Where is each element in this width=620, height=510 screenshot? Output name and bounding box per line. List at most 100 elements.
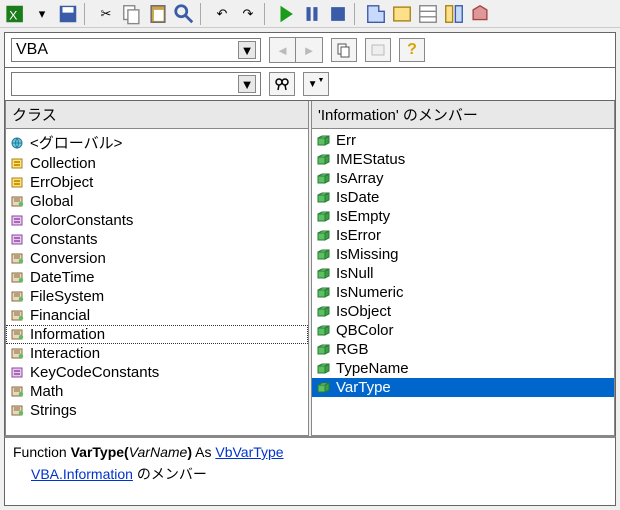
method-icon xyxy=(316,210,332,224)
help-button[interactable]: ? xyxy=(399,38,425,62)
member-item[interactable]: VarType xyxy=(312,378,614,397)
classes-pane: クラス <グローバル>CollectionErrObjectGlobalColo… xyxy=(5,101,309,436)
search-button[interactable] xyxy=(269,72,295,96)
class-item[interactable]: Conversion xyxy=(6,249,308,268)
pause-icon[interactable] xyxy=(300,3,324,25)
const-icon xyxy=(10,214,26,228)
members-header: 'Information' のメンバー xyxy=(312,101,614,129)
class-item[interactable]: ColorConstants xyxy=(6,211,308,230)
design-icon[interactable] xyxy=(364,3,388,25)
dropdown-icon[interactable]: ▾ xyxy=(30,3,54,25)
toolbox-icon[interactable] xyxy=(468,3,492,25)
show-search-results-button[interactable]: ▼▼ xyxy=(303,72,329,96)
class-item[interactable]: Constants xyxy=(6,230,308,249)
return-type-link[interactable]: VbVarType xyxy=(215,444,283,460)
member-item-label: IsNull xyxy=(336,265,374,282)
method-icon xyxy=(316,153,332,167)
method-icon xyxy=(316,191,332,205)
member-item[interactable]: RGB xyxy=(312,340,614,359)
module-icon xyxy=(10,347,26,361)
member-item[interactable]: IsMissing xyxy=(312,245,614,264)
class-item[interactable]: Strings xyxy=(6,401,308,420)
class-item-label: ErrObject xyxy=(30,174,93,191)
member-item-label: IsArray xyxy=(336,170,384,187)
member-item-label: IsNumeric xyxy=(336,284,404,301)
module-icon xyxy=(10,252,26,266)
const-icon xyxy=(10,233,26,247)
member-item[interactable]: IsObject xyxy=(312,302,614,321)
class-item-label: KeyCodeConstants xyxy=(30,364,159,381)
member-item-label: IsObject xyxy=(336,303,391,320)
project-icon[interactable] xyxy=(390,3,414,25)
module-icon xyxy=(10,328,26,342)
classes-list[interactable]: <グローバル>CollectionErrObjectGlobalColorCon… xyxy=(6,129,308,435)
member-item[interactable]: IsArray xyxy=(312,169,614,188)
parent-link[interactable]: VBA.Information xyxy=(31,466,133,482)
class-item-label: DateTime xyxy=(30,269,94,286)
member-of-suffix: のメンバー xyxy=(133,466,207,482)
class-icon xyxy=(10,157,26,171)
member-of-line: VBA.Information のメンバー xyxy=(13,464,607,484)
detail-name: VarType xyxy=(71,444,124,460)
library-combo[interactable]: VBA ▼ xyxy=(11,38,261,62)
search-combo[interactable]: ▼ xyxy=(11,72,261,96)
class-item[interactable]: <グローバル> xyxy=(6,131,308,154)
find-icon[interactable] xyxy=(172,3,196,25)
const-icon xyxy=(10,366,26,380)
stop-icon[interactable] xyxy=(326,3,350,25)
member-item[interactable]: IsNull xyxy=(312,264,614,283)
undo-icon[interactable]: ↶ xyxy=(210,3,234,25)
method-icon xyxy=(316,134,332,148)
class-item[interactable]: FileSystem xyxy=(6,287,308,306)
excel-icon[interactable]: X xyxy=(4,3,28,25)
chevron-down-icon[interactable]: ▼ xyxy=(238,75,256,93)
paste-icon[interactable] xyxy=(146,3,170,25)
copy-icon[interactable] xyxy=(120,3,144,25)
member-item[interactable]: IMEStatus xyxy=(312,150,614,169)
method-icon xyxy=(316,381,332,395)
module-icon xyxy=(10,271,26,285)
class-item[interactable]: Information xyxy=(6,325,308,344)
method-icon xyxy=(316,229,332,243)
view-definition-button[interactable] xyxy=(365,38,391,62)
class-item[interactable]: Math xyxy=(6,382,308,401)
members-list[interactable]: ErrIMEStatusIsArrayIsDateIsEmptyIsErrorI… xyxy=(312,129,614,435)
class-item[interactable]: Interaction xyxy=(6,344,308,363)
member-item[interactable]: IsEmpty xyxy=(312,207,614,226)
chevron-down-icon[interactable]: ▼ xyxy=(238,41,256,59)
save-icon[interactable] xyxy=(56,3,80,25)
nav-forward-button[interactable]: ► xyxy=(296,38,322,62)
class-item[interactable]: Collection xyxy=(6,154,308,173)
class-item[interactable]: DateTime xyxy=(6,268,308,287)
member-item[interactable]: IsNumeric xyxy=(312,283,614,302)
method-icon xyxy=(316,324,332,338)
svg-text:X: X xyxy=(9,8,17,22)
class-item[interactable]: Financial xyxy=(6,306,308,325)
class-item[interactable]: ErrObject xyxy=(6,173,308,192)
class-icon xyxy=(10,176,26,190)
run-icon[interactable] xyxy=(274,3,298,25)
member-item[interactable]: QBColor xyxy=(312,321,614,340)
main-toolbar: X ▾ ✂ ↶ ↷ xyxy=(0,0,620,28)
method-icon xyxy=(316,362,332,376)
properties-icon[interactable] xyxy=(416,3,440,25)
nav-back-button[interactable]: ◄ xyxy=(270,38,296,62)
member-item[interactable]: IsDate xyxy=(312,188,614,207)
class-item-label: FileSystem xyxy=(30,288,104,305)
redo-icon[interactable]: ↷ xyxy=(236,3,260,25)
class-item-label: Constants xyxy=(30,231,98,248)
member-item-label: IsMissing xyxy=(336,246,399,263)
detail-prefix: Function xyxy=(13,444,71,460)
member-item-label: IMEStatus xyxy=(336,151,405,168)
copy-clipboard-button[interactable] xyxy=(331,38,357,62)
member-item[interactable]: Err xyxy=(312,131,614,150)
member-item[interactable]: TypeName xyxy=(312,359,614,378)
class-item[interactable]: Global xyxy=(6,192,308,211)
library-combo-text: VBA xyxy=(16,41,234,59)
class-item-label: <グローバル> xyxy=(30,132,122,153)
cut-icon[interactable]: ✂ xyxy=(94,3,118,25)
class-item[interactable]: KeyCodeConstants xyxy=(6,363,308,382)
detail-pane: Function VarType(VarName) As VbVarType V… xyxy=(4,436,616,506)
member-item[interactable]: IsError xyxy=(312,226,614,245)
object-browser-icon[interactable] xyxy=(442,3,466,25)
